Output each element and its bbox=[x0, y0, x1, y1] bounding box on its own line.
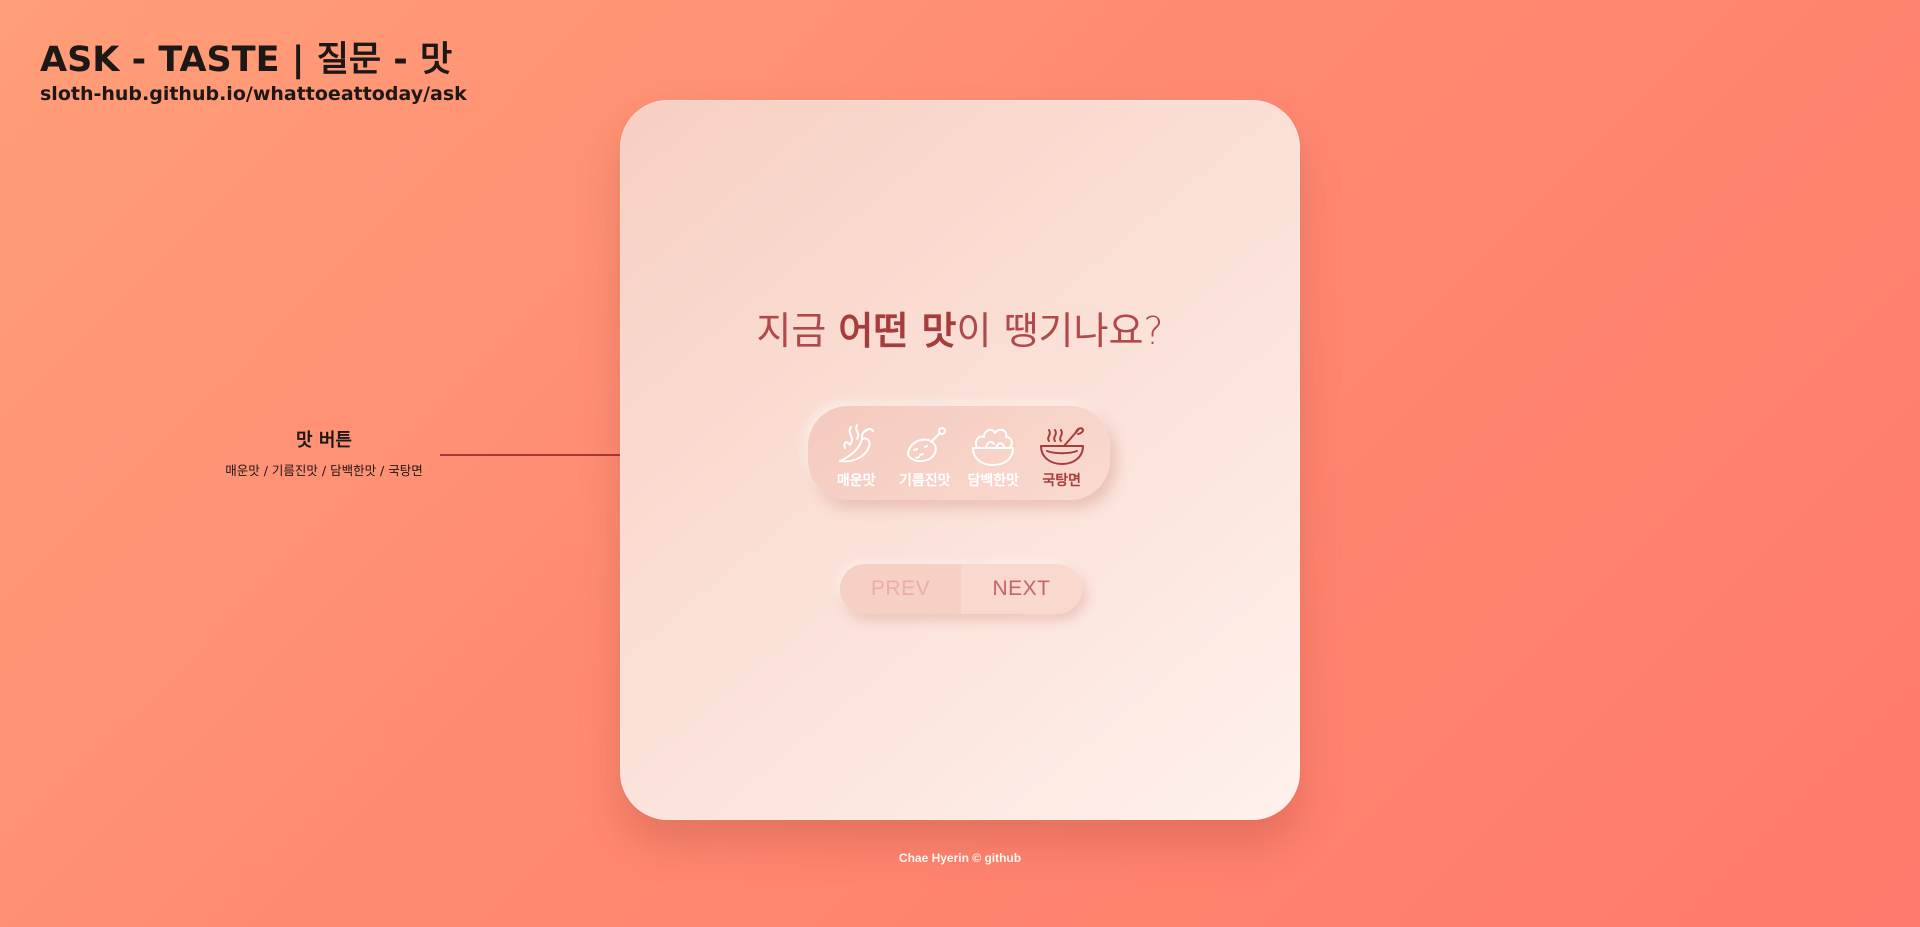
question-pre: 지금 bbox=[756, 309, 839, 353]
taste-label: 담백한맛 bbox=[967, 473, 1020, 489]
annotation: 맛 버튼 매운맛 / 기름진맛 / 담백한맛 / 국탕면 bbox=[214, 426, 434, 479]
question-bold: 어떤 맛 bbox=[838, 309, 957, 353]
taste-button-mild[interactable]: 담백한맛 bbox=[960, 422, 1026, 490]
next-button[interactable]: NEXT bbox=[961, 564, 1082, 614]
footer-credit[interactable]: Chae Hyerin © github bbox=[0, 851, 1920, 865]
chili-pepper-icon bbox=[839, 424, 875, 463]
taste-label: 매운맛 bbox=[836, 473, 876, 489]
salad-bowl-icon bbox=[972, 428, 1015, 466]
pagination-controls: PREV NEXT bbox=[840, 564, 1082, 614]
fried-chicken-icon bbox=[906, 427, 946, 463]
annotation-subtitle: 매운맛 / 기름진맛 / 담백한맛 / 국탕면 bbox=[225, 463, 423, 478]
prev-button[interactable]: PREV bbox=[840, 564, 961, 614]
taste-button-spicy[interactable]: 매운맛 bbox=[823, 422, 889, 490]
taste-button-soup[interactable]: 국탕면 bbox=[1029, 422, 1095, 490]
soup-bowl-icon bbox=[1039, 427, 1084, 465]
question-card: 지금 어떤 맛이 땡기나요? 매운맛 기름진맛 담백한맛 국탕면 PREV NE… bbox=[620, 100, 1300, 820]
annotation-title: 맛 버튼 bbox=[296, 430, 352, 451]
taste-label: 기름진맛 bbox=[898, 473, 951, 489]
taste-label: 국탕면 bbox=[1042, 473, 1082, 489]
question-text: 지금 어떤 맛이 땡기나요? bbox=[620, 300, 1300, 355]
page-header: ASK - TASTE | 질문 - 맛 sloth-hub.github.io… bbox=[40, 38, 467, 105]
page-url: sloth-hub.github.io/whattoeattoday/ask bbox=[40, 83, 467, 105]
question-post: 이 땡기나요? bbox=[956, 309, 1164, 353]
taste-button-group: 매운맛 기름진맛 담백한맛 국탕면 bbox=[808, 406, 1110, 500]
taste-button-greasy[interactable]: 기름진맛 bbox=[892, 422, 958, 490]
page-title: ASK - TASTE | 질문 - 맛 bbox=[40, 40, 453, 80]
